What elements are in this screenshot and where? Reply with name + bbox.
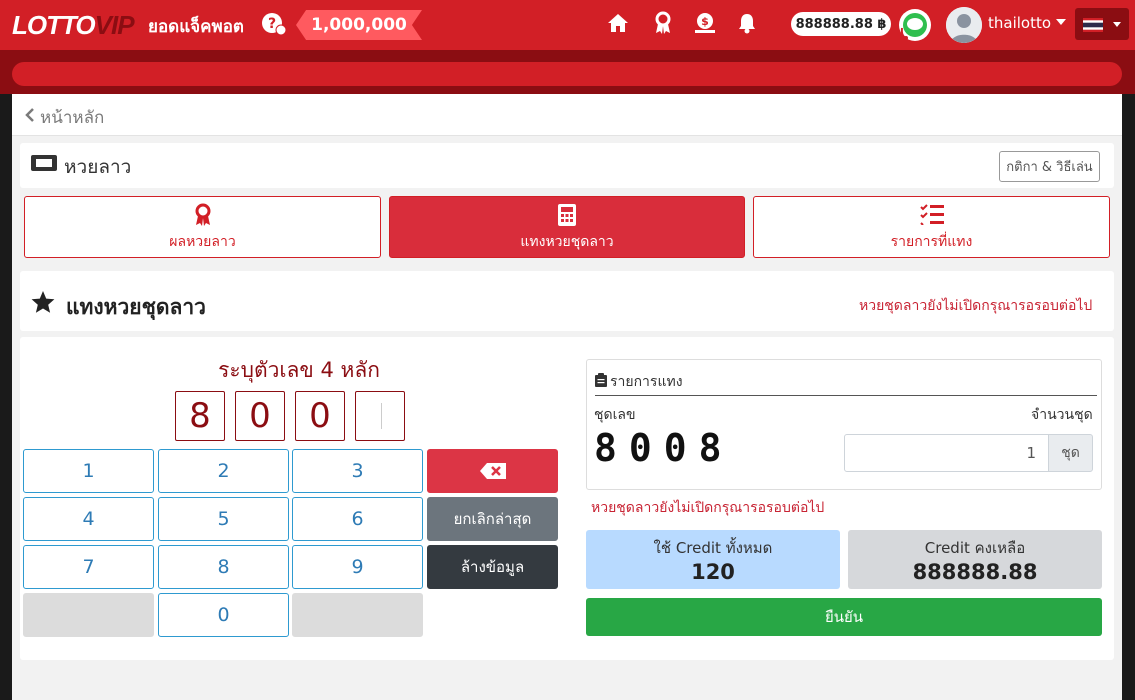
key-blank <box>23 593 154 637</box>
key-1[interactable]: 1 <box>23 449 154 493</box>
bet-section-title: แทงหวยชุดลาว <box>66 295 206 319</box>
bet-list-notice: หวยชุดลาวยังไม่เปิดกรุณารอรอบต่อไป <box>591 500 825 516</box>
digit-box-1: 8 <box>175 391 225 441</box>
breadcrumb-home-link[interactable]: หน้าหลัก <box>40 104 104 131</box>
language-selector[interactable] <box>1075 8 1129 40</box>
tab-label: ผลหวยลาว <box>169 234 236 250</box>
key-0[interactable]: 0 <box>158 593 289 637</box>
divider <box>595 395 1097 396</box>
home-icon[interactable] <box>605 10 631 36</box>
bet-list-title: รายการแทง <box>610 374 683 390</box>
page-title: หวยลาว <box>64 156 132 178</box>
key-6[interactable]: 6 <box>292 497 423 541</box>
undo-last-button[interactable]: ยกเลิกล่าสุด <box>427 497 558 541</box>
star-icon <box>30 290 56 318</box>
key-blank <box>292 593 423 637</box>
jackpot-label: ยอดแจ็คพอต <box>148 17 244 37</box>
tab-bet-set[interactable]: แทงหวยชุดลาว <box>389 196 745 258</box>
tab-results[interactable]: ผลหวยลาว <box>24 196 381 258</box>
lottovip-logo[interactable]: LOTTOVIP <box>12 10 135 41</box>
digit-box-2: 0 <box>235 391 285 441</box>
credit-used-value: 120 <box>691 560 735 584</box>
chevron-down-icon[interactable] <box>1056 19 1066 25</box>
digit-box-4[interactable] <box>355 391 405 441</box>
calculator-icon <box>390 203 744 227</box>
clear-data-button[interactable]: ล้างข้อมูล <box>427 545 558 589</box>
thai-flag-icon <box>1083 17 1103 32</box>
quantity-label: จำนวนชุด <box>1031 407 1093 423</box>
tab-label: แทงหวยชุดลาว <box>520 234 614 250</box>
backspace-button[interactable] <box>427 449 558 493</box>
digit-prompt: ระบุตัวเลข 4 หลัก <box>218 358 380 382</box>
user-avatar[interactable] <box>946 7 982 43</box>
quantity-unit: ชุด <box>1048 434 1093 472</box>
line-chat-icon[interactable] <box>898 8 932 42</box>
key-3[interactable]: 3 <box>292 449 423 493</box>
tab-label: รายการที่แทง <box>890 234 973 250</box>
digit-box-3: 0 <box>295 391 345 441</box>
award-icon <box>25 203 380 227</box>
clipboard-icon <box>595 372 607 391</box>
key-7[interactable]: 7 <box>23 545 154 589</box>
quantity-input[interactable]: 1 <box>844 434 1049 472</box>
credit-remaining-box: Credit คงเหลือ 888888.88 <box>848 530 1102 589</box>
svg-text:?: ? <box>268 16 276 32</box>
award-icon[interactable] <box>650 10 676 36</box>
backspace-icon <box>479 463 506 479</box>
key-5[interactable]: 5 <box>158 497 289 541</box>
tab-bet-list[interactable]: รายการที่แทง <box>753 196 1110 258</box>
closed-notice: หวยชุดลาวยังไม่เปิดกรุณารอรอบต่อไป <box>859 298 1093 314</box>
chevron-left-icon[interactable] <box>24 107 36 127</box>
money-icon[interactable]: $ <box>692 10 718 36</box>
lottery-header-card <box>20 143 1114 188</box>
set-number-value: 8008 <box>594 426 734 470</box>
credit-remaining-value: 888888.88 <box>912 560 1038 584</box>
question-help-icon[interactable]: ? <box>261 12 287 36</box>
key-4[interactable]: 4 <box>23 497 154 541</box>
credit-used-box: ใช้ Credit ทั้งหมด 120 <box>586 530 840 589</box>
svg-text:$: $ <box>701 15 709 28</box>
list-check-icon <box>754 203 1109 227</box>
key-8[interactable]: 8 <box>158 545 289 589</box>
confirm-button[interactable]: ยืนยัน <box>586 598 1102 636</box>
set-number-label: ชุดเลข <box>594 407 636 423</box>
bell-icon[interactable] <box>734 10 760 36</box>
rules-button[interactable]: กติกา & วิธีเล่น <box>999 151 1100 182</box>
jackpot-amount-badge: 1,000,000 <box>296 10 422 40</box>
breadcrumb[interactable]: หน้าหลัก <box>12 94 1122 136</box>
credit-balance-pill[interactable]: 888888.88 ฿ <box>791 12 891 36</box>
announcement-marquee <box>12 62 1122 86</box>
text-cursor <box>381 403 382 429</box>
ticket-icon <box>30 153 58 177</box>
chevron-down-icon <box>1113 22 1121 27</box>
key-9[interactable]: 9 <box>292 545 423 589</box>
username-label[interactable]: thailotto <box>988 14 1051 32</box>
credit-remaining-label: Credit คงเหลือ <box>924 539 1026 557</box>
key-2[interactable]: 2 <box>158 449 289 493</box>
credit-used-label: ใช้ Credit ทั้งหมด <box>653 539 773 557</box>
